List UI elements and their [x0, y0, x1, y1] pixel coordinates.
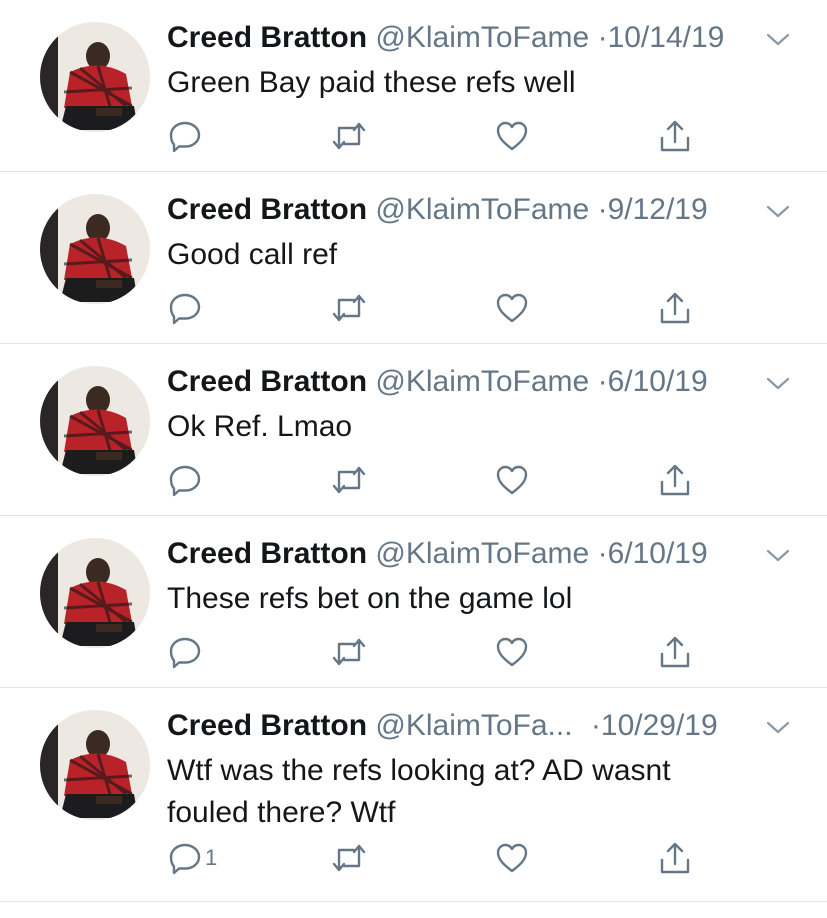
heart-icon [496, 637, 528, 667]
tweet[interactable]: Creed Bratton @KlaimToFame ·10/14/19 Gre… [0, 0, 827, 172]
retweet-button[interactable] [330, 118, 368, 154]
tweet-date[interactable]: 10/14/19 [608, 21, 725, 54]
tweet-date[interactable]: 6/10/19 [608, 365, 708, 398]
tweet-header: Creed Bratton @KlaimToFame ·10/14/19 [167, 18, 787, 58]
separator-dot: · [590, 709, 601, 742]
tweet-actions [167, 290, 707, 330]
reply-button[interactable] [167, 118, 205, 154]
share-icon [660, 842, 690, 874]
heart-icon [496, 465, 528, 495]
retweet-icon [332, 844, 366, 872]
tweet-actions [167, 634, 707, 674]
retweet-icon [332, 638, 366, 666]
chevron-down-icon[interactable] [765, 32, 791, 48]
share-icon [660, 292, 690, 324]
reply-icon [169, 843, 201, 875]
tweet[interactable]: Creed Bratton @KlaimToFame ·6/10/19 Thes… [0, 516, 827, 688]
reply-icon [169, 121, 201, 153]
like-button[interactable] [494, 462, 530, 498]
separator-dot: · [597, 537, 608, 570]
tweet-text: Good call ref [167, 238, 338, 271]
author-handle[interactable]: @KlaimToFa... [375, 709, 572, 742]
share-button[interactable] [657, 118, 693, 154]
retweet-icon [332, 466, 366, 494]
retweet-icon [332, 122, 366, 150]
heart-icon [496, 121, 528, 151]
heart-icon [496, 843, 528, 873]
share-button[interactable] [657, 840, 693, 876]
reply-button[interactable]: 1 [167, 840, 217, 876]
retweet-button[interactable] [330, 462, 368, 498]
tweet[interactable]: Creed Bratton @KlaimToFa... ·10/29/19 Wt… [0, 688, 827, 902]
author-name[interactable]: Creed Bratton [167, 193, 367, 226]
tweet[interactable]: Creed Bratton @KlaimToFame ·9/12/19 Good… [0, 172, 827, 344]
chevron-down-icon[interactable] [765, 204, 791, 220]
reply-button[interactable] [167, 462, 205, 498]
chevron-down-icon[interactable] [765, 376, 791, 392]
reply-icon [169, 465, 201, 497]
author-name[interactable]: Creed Bratton [167, 709, 367, 742]
avatar[interactable] [40, 366, 150, 476]
separator-dot: · [597, 365, 608, 398]
reply-icon [169, 637, 201, 669]
tweet-date[interactable]: 9/12/19 [608, 193, 708, 226]
retweet-button[interactable] [330, 634, 368, 670]
author-handle[interactable]: @KlaimToFame [375, 537, 589, 570]
tweet-actions [167, 118, 707, 158]
tweet-date[interactable]: 6/10/19 [608, 537, 708, 570]
share-icon [660, 464, 690, 496]
tweet-actions [167, 462, 707, 502]
avatar[interactable] [40, 22, 150, 132]
like-button[interactable] [494, 840, 530, 876]
tweet-text: Ok Ref. Lmao [167, 410, 353, 443]
avatar[interactable] [40, 710, 150, 820]
retweet-button[interactable] [330, 290, 368, 326]
share-button[interactable] [657, 634, 693, 670]
tweet-date[interactable]: 10/29/19 [601, 709, 718, 742]
author-handle[interactable]: @KlaimToFame [375, 365, 589, 398]
tweet-actions: 1 [167, 840, 707, 880]
tweet-header: Creed Bratton @KlaimToFa... ·10/29/19 [167, 706, 787, 746]
chevron-down-icon[interactable] [765, 720, 791, 736]
author-name[interactable]: Creed Bratton [167, 21, 367, 54]
separator-dot: · [597, 193, 608, 226]
retweet-button[interactable] [330, 840, 368, 876]
heart-icon [496, 293, 528, 323]
reply-button[interactable] [167, 634, 205, 670]
share-icon [660, 120, 690, 152]
tweet-header: Creed Bratton @KlaimToFame ·6/10/19 [167, 362, 787, 402]
reply-button[interactable] [167, 290, 205, 326]
author-handle[interactable]: @KlaimToFame [375, 193, 589, 226]
like-button[interactable] [494, 634, 530, 670]
tweet[interactable]: Creed Bratton @KlaimToFame ·6/10/19 Ok R… [0, 344, 827, 516]
author-handle[interactable]: @KlaimToFame [375, 21, 589, 54]
tweet-text: These refs bet on the game lol [167, 582, 573, 615]
tweet-feed: Creed Bratton @KlaimToFame ·10/14/19 Gre… [0, 0, 827, 902]
share-icon [660, 636, 690, 668]
chevron-down-icon[interactable] [765, 548, 791, 564]
avatar[interactable] [40, 538, 150, 648]
like-button[interactable] [494, 290, 530, 326]
like-button[interactable] [494, 118, 530, 154]
author-name[interactable]: Creed Bratton [167, 365, 367, 398]
tweet-header: Creed Bratton @KlaimToFame ·9/12/19 [167, 190, 787, 230]
avatar[interactable] [40, 194, 150, 304]
share-button[interactable] [657, 462, 693, 498]
reply-count: 1 [205, 845, 218, 870]
share-button[interactable] [657, 290, 693, 326]
author-name[interactable]: Creed Bratton [167, 537, 367, 570]
reply-icon [169, 293, 201, 325]
retweet-icon [332, 294, 366, 322]
tweet-header: Creed Bratton @KlaimToFame ·6/10/19 [167, 534, 787, 574]
tweet-text: Green Bay paid these refs well [167, 66, 576, 99]
separator-dot: · [597, 21, 608, 54]
tweet-text: Wtf was the refs looking at? AD wasnt fo… [167, 754, 671, 829]
